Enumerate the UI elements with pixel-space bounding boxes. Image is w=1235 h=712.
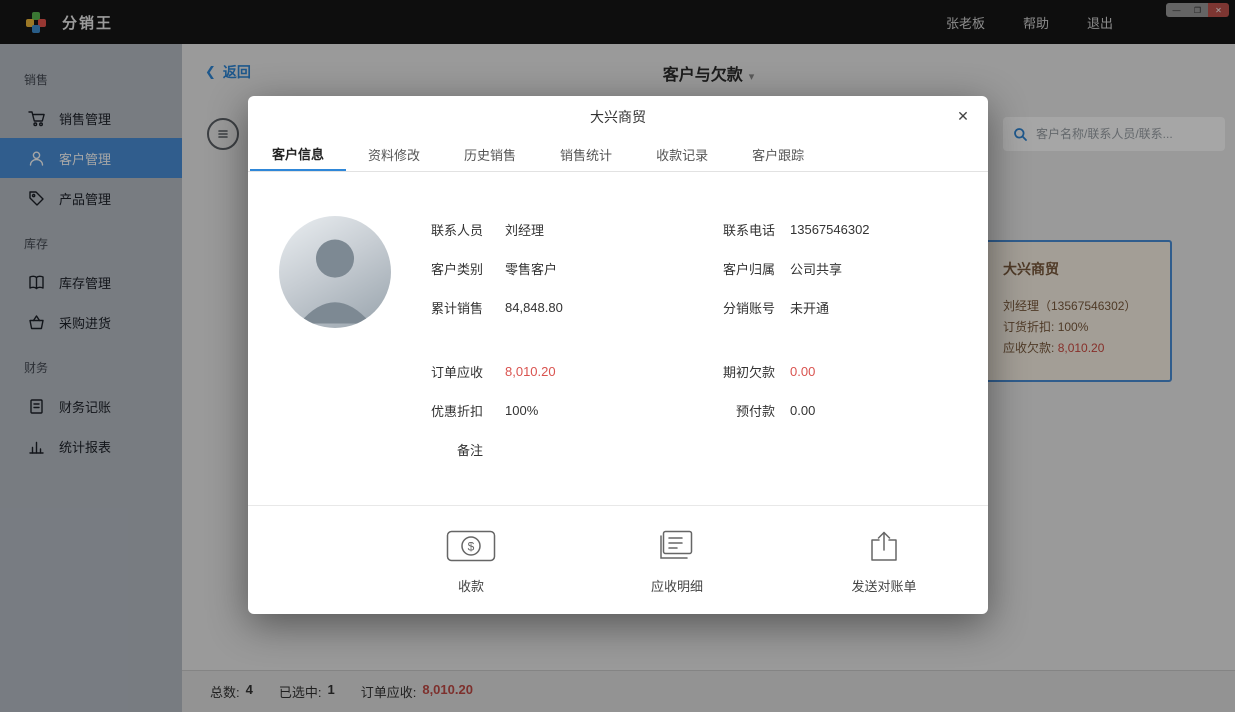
collect-payment-icon: $ <box>446 530 496 562</box>
tab-edit-info[interactable]: 资料修改 <box>346 138 442 171</box>
field-contact-phone: 联系电话 13567546302 <box>685 210 870 249</box>
field-distribution-account: 分销账号 未开通 <box>685 288 870 327</box>
fields-right-column: 联系电话 13567546302 客户归属 公司共享 分销账号 未开通 期初欠款… <box>685 210 870 430</box>
field-customer-type: 客户类别 零售客户 <box>393 249 563 288</box>
field-initial-debt: 期初欠款 0.00 <box>685 352 870 391</box>
field-discount: 优惠折扣 100% <box>393 391 563 430</box>
field-cumulative-sales: 累计销售 84,848.80 <box>393 288 563 327</box>
field-customer-ownership: 客户归属 公司共享 <box>685 249 870 288</box>
collect-payment-button[interactable]: $ 收款 <box>401 530 541 595</box>
receivable-details-button[interactable]: 应收明细 <box>607 530 747 595</box>
receivable-details-icon <box>659 530 695 562</box>
field-contact-person: 联系人员 刘经理 <box>393 210 563 249</box>
modal-close-icon[interactable]: ✕ <box>953 106 973 126</box>
action-label: 应收明细 <box>651 576 703 595</box>
fields-left-column: 联系人员 刘经理 客户类别 零售客户 累计销售 84,848.80 订单应收 8… <box>393 210 563 469</box>
svg-text:$: $ <box>468 540 475 554</box>
field-remarks: 备注 <box>393 430 563 469</box>
modal-header: 大兴商贸 ✕ <box>248 96 988 138</box>
action-label: 收款 <box>458 576 484 595</box>
modal-tabs: 客户信息 资料修改 历史销售 销售统计 收款记录 客户跟踪 <box>248 138 988 172</box>
field-prepayment: 预付款 0.00 <box>685 391 870 430</box>
tab-payment-records[interactable]: 收款记录 <box>634 138 730 171</box>
tab-sales-statistics[interactable]: 销售统计 <box>538 138 634 171</box>
send-statement-icon <box>868 530 900 562</box>
modal-title: 大兴商贸 <box>590 107 646 127</box>
tab-customer-info[interactable]: 客户信息 <box>250 138 346 171</box>
customer-avatar <box>279 216 391 328</box>
send-statement-button[interactable]: 发送对账单 <box>814 530 954 595</box>
app-window: 分销王 张老板 帮助 退出 — ❐ ✕ 销售 销售管理 客户管理 产品管理 <box>0 0 1235 712</box>
modal-footer: $ 收款 应收明细 发送对账单 <box>248 505 988 614</box>
modal-body: 联系人员 刘经理 客户类别 零售客户 累计销售 84,848.80 订单应收 8… <box>248 172 988 505</box>
customer-detail-modal: 大兴商贸 ✕ 客户信息 资料修改 历史销售 销售统计 收款记录 客户跟踪 联系人… <box>248 96 988 614</box>
field-order-receivable: 订单应收 8,010.20 <box>393 352 563 391</box>
action-label: 发送对账单 <box>851 576 916 595</box>
tab-sales-history[interactable]: 历史销售 <box>442 138 538 171</box>
tab-customer-follow-up[interactable]: 客户跟踪 <box>730 138 826 171</box>
